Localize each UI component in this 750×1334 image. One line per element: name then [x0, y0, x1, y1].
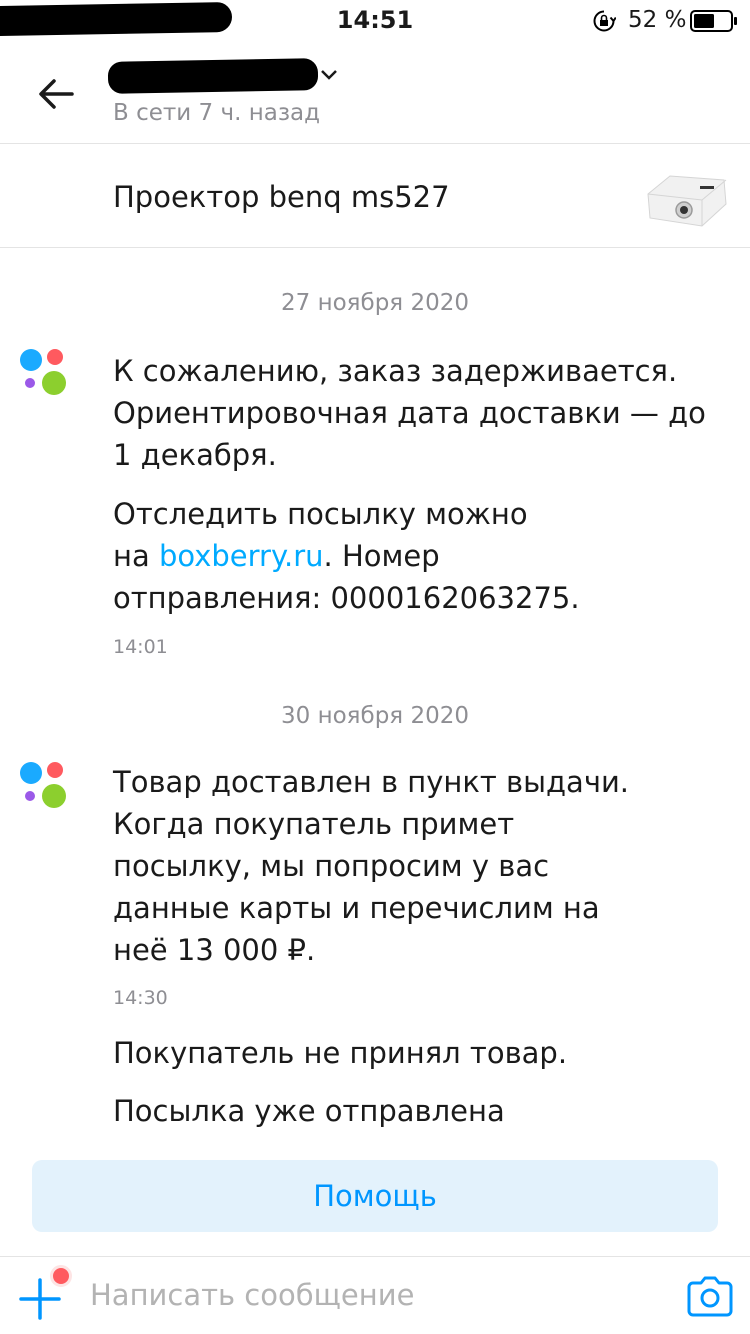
message-text: Отследить посылку можно на boxberry.ru. …: [113, 493, 713, 619]
battery-percentage: 52 %: [628, 7, 687, 33]
avatar-icon: [20, 349, 66, 395]
product-banner[interactable]: Проектор benq ms527: [0, 144, 750, 248]
message-text: Посылка уже отправлена: [113, 1094, 505, 1128]
message-time: 14:30: [113, 987, 168, 1009]
message-time: 14:01: [113, 636, 168, 658]
message-input[interactable]: [90, 1273, 650, 1317]
presence-status: В сети 7 ч. назад: [113, 100, 321, 126]
boxberry-link[interactable]: boxberry.ru: [159, 539, 324, 573]
message-line: . Номер: [323, 539, 440, 573]
help-button[interactable]: Помощь: [32, 1160, 718, 1232]
chevron-down-icon[interactable]: [320, 68, 338, 82]
message-line: Отследить посылку можно: [113, 497, 528, 531]
chat-header: В сети 7 ч. назад: [0, 42, 750, 144]
message-text: Товар доставлен в пункт выдачи. Когда по…: [113, 765, 630, 967]
message-text: К сожалению, заказ задерживается. Ориент…: [113, 354, 706, 472]
message-line: отправления: 0000162063275.: [113, 581, 580, 615]
date-separator: 27 ноября 2020: [281, 290, 469, 316]
status-bar: 14:51 52 %: [0, 0, 750, 42]
battery-icon: [690, 10, 737, 32]
avatar-icon: [20, 762, 66, 808]
message-line: на: [113, 539, 159, 573]
product-title: Проектор benq ms527: [113, 180, 450, 214]
message-text: Покупатель не принял товар.: [113, 1036, 568, 1070]
projector-thumbnail: [647, 175, 727, 227]
message-composer: [0, 1256, 750, 1334]
back-arrow-icon[interactable]: [32, 70, 80, 118]
date-separator: 30 ноября 2020: [281, 703, 469, 729]
rotation-lock-icon: [593, 10, 616, 32]
contact-name-redaction[interactable]: [107, 58, 319, 94]
camera-icon[interactable]: [686, 1275, 734, 1317]
notification-dot: [50, 1265, 72, 1287]
